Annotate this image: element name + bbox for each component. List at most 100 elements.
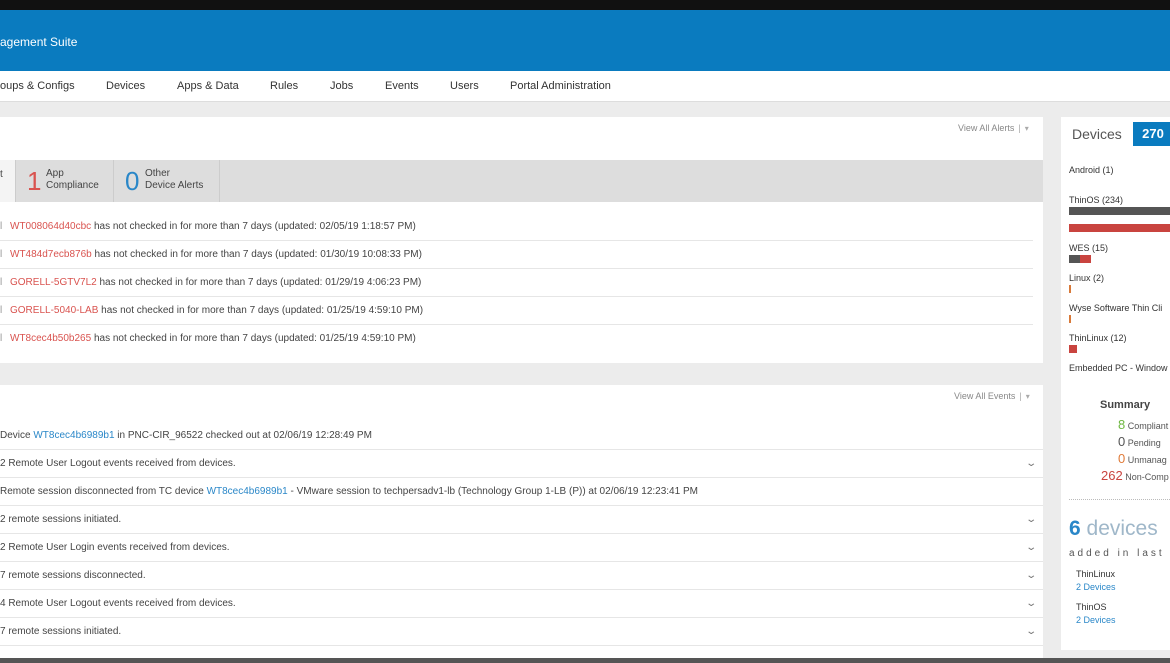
alert-text: has not checked in for more than 7 days …: [91, 221, 416, 232]
event-text: 7 remote sessions initiated.: [0, 626, 122, 637]
group-name: ThinLinux: [1076, 569, 1116, 579]
view-all-events-link[interactable]: View All Events | ▾: [954, 391, 1030, 401]
nav-jobs[interactable]: Jobs: [330, 80, 353, 92]
devices-added-subtitle: added in last: [1069, 548, 1165, 559]
tab-other-device-alerts[interactable]: 0 Other Device Alerts: [113, 160, 220, 202]
os-android-label: Android (1): [1069, 165, 1114, 175]
summary-noncompliant[interactable]: 262 Non-Comp: [1101, 468, 1169, 483]
view-all-events-label[interactable]: View All Events: [954, 391, 1015, 401]
summary-label: Unmanag: [1127, 455, 1167, 465]
alert-text: has not checked in for more than 7 days …: [98, 305, 424, 316]
event-text: - VMware session to techpersadv1-lb (Tec…: [287, 486, 698, 497]
nav-devices[interactable]: Devices: [106, 80, 145, 92]
nav-users[interactable]: Users: [450, 80, 479, 92]
device-link[interactable]: WT008064d40cbc: [10, 221, 91, 232]
tab-app-compliance[interactable]: 1 App Compliance: [15, 160, 114, 202]
alert-row: l WT8cec4b50b265 has not checked in for …: [0, 325, 1033, 352]
separator: |: [1018, 123, 1021, 133]
os-linux-label: Linux (2): [1069, 273, 1105, 283]
event-text: 7 remote sessions disconnected.: [0, 570, 146, 581]
thinlinux-bar[interactable]: [1069, 345, 1077, 353]
event-text: in PNC-CIR_96522 checked out at 02/06/19…: [114, 430, 372, 441]
alert-row: l WT484d7ecb876b has not checked in for …: [0, 241, 1033, 269]
device-link[interactable]: GORELL-5GTV7L2: [10, 277, 97, 288]
event-row[interactable]: 2 Remote User Login events received from…: [0, 534, 1043, 562]
events-panel: View All Events | ▾ Device WT8cec4b6989b1 …: [0, 385, 1043, 663]
os-wes-label: WES (15): [1069, 243, 1109, 253]
summary-label: Non-Comp: [1125, 472, 1169, 482]
event-text: Device: [0, 430, 34, 441]
device-link[interactable]: WT8cec4b6989b1: [33, 430, 114, 441]
expand-chevron-icon[interactable]: ⌄: [1025, 450, 1037, 477]
os-thinlinux-label: ThinLinux (12): [1069, 333, 1127, 343]
tab-alerts-active[interactable]: t: [0, 160, 16, 202]
alert-text: has not checked in for more than 7 days …: [96, 277, 422, 288]
alerts-panel: View All Alerts | ▾ t 1 App Compliance 0 O…: [0, 117, 1043, 363]
alert-tabs: t 1 App Compliance 0 Other Device Alerts: [0, 160, 1043, 202]
device-link[interactable]: WT8cec4b6989b1: [207, 486, 288, 497]
wyse-bar[interactable]: [1069, 315, 1071, 323]
view-all-alerts-label[interactable]: View All Alerts: [958, 123, 1014, 133]
event-text: 2 remote sessions initiated.: [0, 514, 122, 525]
chevron-down-icon[interactable]: ▾: [1025, 124, 1029, 133]
tab-label: Other Device Alerts: [145, 168, 204, 191]
chevron-down-icon[interactable]: ▾: [1026, 392, 1030, 401]
summary-compliant[interactable]: 8 Compliant: [1118, 417, 1168, 432]
group-devices-link[interactable]: 2 Devices: [1076, 615, 1116, 625]
nav-portal-administration[interactable]: Portal Administration: [510, 80, 611, 92]
nav-groups-configs[interactable]: oups & Configs: [0, 80, 75, 92]
event-row[interactable]: 7 remote sessions initiated. ⌄: [0, 618, 1043, 646]
event-row[interactable]: 2 remote sessions initiated. ⌄: [0, 506, 1043, 534]
alert-row: l WT008064d40cbc has not checked in for …: [0, 213, 1033, 241]
summary-count: 8: [1118, 417, 1126, 432]
tab-label: App Compliance: [46, 168, 99, 191]
event-text: 2 Remote User Logout events received fro…: [0, 458, 236, 469]
wes-bar-compliant[interactable]: [1069, 255, 1080, 263]
divider: [1069, 499, 1170, 500]
window-bottom-frame: [0, 658, 1170, 663]
thinos-bar-noncompliant[interactable]: [1069, 224, 1170, 232]
expand-chevron-icon[interactable]: ⌄: [1025, 534, 1037, 561]
summary-count: 0: [1118, 434, 1126, 449]
row-marker: l: [0, 333, 3, 344]
linux-bar[interactable]: [1069, 285, 1071, 293]
os-wyse-label: Wyse Software Thin Cli: [1069, 303, 1163, 313]
expand-chevron-icon[interactable]: ⌄: [1025, 506, 1037, 533]
separator: |: [1019, 391, 1022, 401]
view-all-alerts-link[interactable]: View All Alerts | ▾: [958, 123, 1029, 133]
app-header: agement Suite: [0, 10, 1170, 71]
device-link[interactable]: GORELL-5040-LAB: [10, 305, 98, 316]
summary-label: Compliant: [1127, 421, 1169, 431]
nav-rules[interactable]: Rules: [270, 80, 298, 92]
row-marker: l: [0, 249, 3, 260]
event-row[interactable]: 4 Remote User Logout events received fro…: [0, 590, 1043, 618]
summary-pending[interactable]: 0 Pending: [1118, 434, 1161, 449]
thinos-bar-compliant[interactable]: [1069, 207, 1170, 215]
device-link[interactable]: WT484d7ecb876b: [10, 249, 92, 260]
alert-row: l GORELL-5GTV7L2 has not checked in for …: [0, 269, 1033, 297]
tab-count: 0: [125, 166, 140, 196]
wes-bar-noncompliant[interactable]: [1080, 255, 1091, 263]
devices-count-badge[interactable]: 270: [1133, 122, 1170, 146]
expand-chevron-icon[interactable]: ⌄: [1025, 618, 1037, 645]
event-text: 2 Remote User Login events received from…: [0, 542, 230, 553]
expand-chevron-icon[interactable]: ⌄: [1025, 590, 1037, 617]
os-thinos-label: ThinOS (234): [1069, 195, 1124, 205]
main-nav: oups & Configs Devices Apps & Data Rules…: [0, 71, 1170, 102]
device-link[interactable]: WT8cec4b50b265: [10, 333, 91, 344]
row-marker: l: [0, 221, 3, 232]
devices-heading: Devices: [1072, 126, 1122, 142]
group-name: ThinOS: [1076, 602, 1107, 612]
summary-count: 262: [1101, 468, 1123, 483]
summary-unmanaged[interactable]: 0 Unmanag: [1118, 451, 1167, 466]
expand-chevron-icon[interactable]: ⌄: [1025, 562, 1037, 589]
nav-events[interactable]: Events: [385, 80, 419, 92]
event-row[interactable]: 7 remote sessions disconnected. ⌄: [0, 562, 1043, 590]
alert-row: l GORELL-5040-LAB has not checked in for…: [0, 297, 1033, 325]
event-row[interactable]: 2 Remote User Logout events received fro…: [0, 450, 1043, 478]
nav-apps-data[interactable]: Apps & Data: [177, 80, 239, 92]
window-top-frame: [0, 0, 1170, 10]
alert-text: has not checked in for more than 7 days …: [91, 333, 416, 344]
event-row: Remote session disconnected from TC devi…: [0, 478, 1043, 506]
group-devices-link[interactable]: 2 Devices: [1076, 582, 1116, 592]
